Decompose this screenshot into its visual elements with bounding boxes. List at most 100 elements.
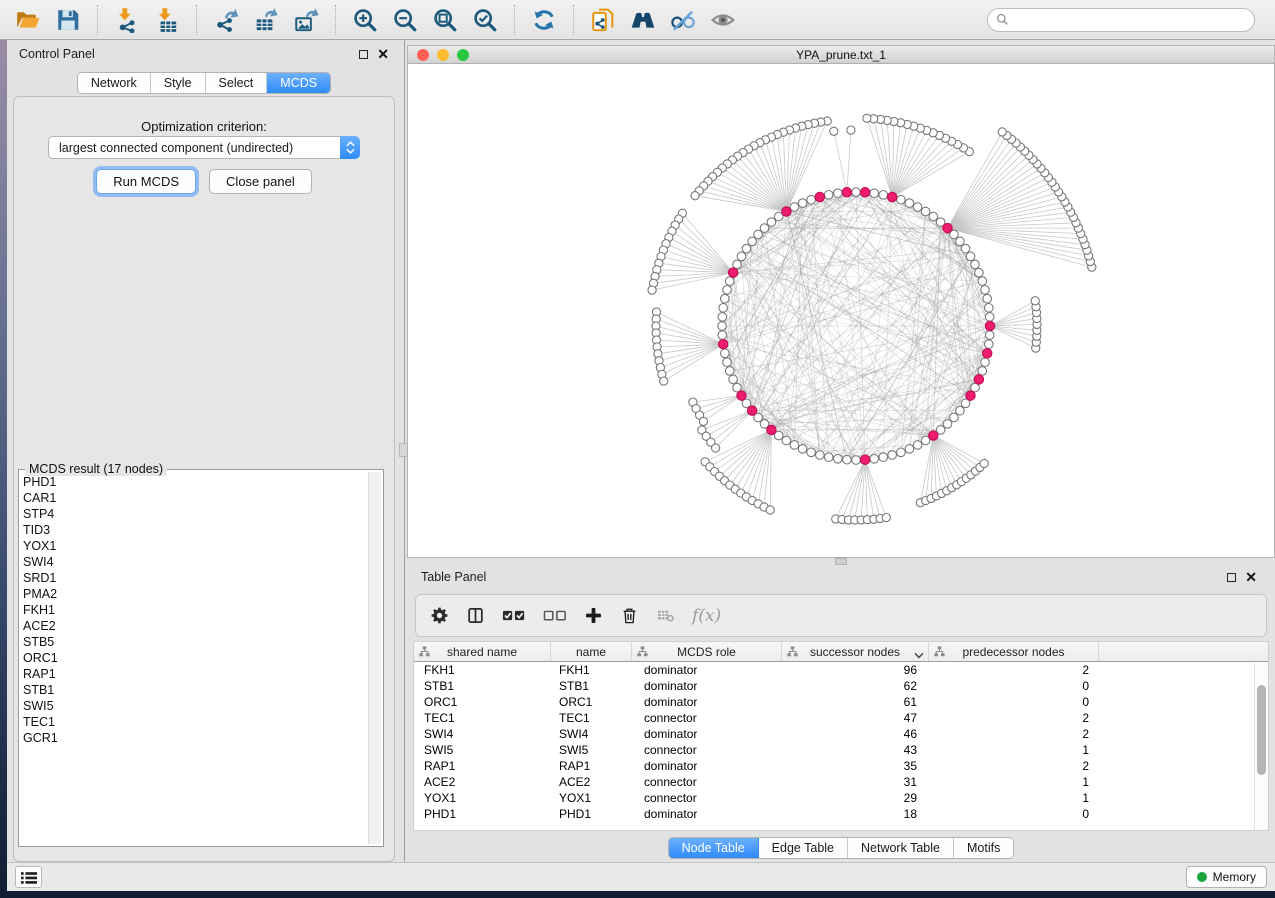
ring-node[interactable] — [888, 451, 897, 460]
mcds-hub-node[interactable] — [747, 406, 756, 415]
column-header-successor-nodes[interactable]: successor nodes — [782, 642, 929, 661]
close-table-panel-icon[interactable]: ✕ — [1245, 572, 1257, 582]
ring-node[interactable] — [981, 358, 990, 367]
ring-node[interactable] — [807, 448, 816, 457]
ring-node[interactable] — [852, 456, 861, 465]
table-row[interactable]: ACE2ACE2connector311 — [414, 774, 1268, 790]
table-settings-icon[interactable] — [430, 606, 449, 625]
table-row[interactable]: YOX1YOX1connector291 — [414, 790, 1268, 806]
table-row[interactable]: PHD1PHD1dominator180 — [414, 806, 1268, 822]
ring-node[interactable] — [981, 286, 990, 295]
ring-node[interactable] — [843, 455, 852, 464]
mcds-result-item[interactable]: SWI5 — [23, 698, 367, 714]
ring-node[interactable] — [718, 331, 727, 340]
toggle-column-view-icon[interactable] — [466, 606, 485, 625]
mcds-hub-node[interactable] — [860, 455, 869, 464]
float-table-panel-icon[interactable] — [1227, 573, 1236, 582]
select-all-columns-icon[interactable] — [502, 606, 526, 625]
ring-node[interactable] — [834, 189, 843, 198]
memory-button[interactable]: Memory — [1186, 866, 1267, 888]
table-row[interactable]: SWI5SWI5connector431 — [414, 742, 1268, 758]
mcds-result-item[interactable]: FKH1 — [23, 602, 367, 618]
run-mcds-button[interactable]: Run MCDS — [96, 169, 196, 194]
mcds-result-item[interactable]: TEC1 — [23, 714, 367, 730]
ring-node[interactable] — [807, 195, 816, 204]
export-image-icon[interactable] — [291, 5, 321, 35]
ring-node[interactable] — [913, 203, 922, 212]
zoom-selected-icon[interactable] — [470, 5, 500, 35]
leaf-node[interactable] — [648, 286, 656, 294]
ring-node[interactable] — [966, 252, 975, 261]
ring-node[interactable] — [929, 212, 938, 221]
tab-edge-table[interactable]: Edge Table — [759, 838, 848, 858]
leaf-node[interactable] — [830, 127, 838, 135]
ring-node[interactable] — [921, 207, 930, 216]
leaf-node[interactable] — [882, 514, 890, 522]
table-row[interactable]: ORC1ORC1dominator610 — [414, 694, 1268, 710]
ring-node[interactable] — [816, 451, 825, 460]
zoom-out-icon[interactable] — [390, 5, 420, 35]
mcds-result-item[interactable]: STB5 — [23, 634, 367, 650]
mcds-result-item[interactable]: RAP1 — [23, 666, 367, 682]
mcds-hub-node[interactable] — [974, 375, 983, 384]
mcds-hub-node[interactable] — [943, 223, 952, 232]
import-table-from-file-icon[interactable] — [152, 5, 182, 35]
new-network-from-selection-icon[interactable] — [588, 5, 618, 35]
tab-motifs[interactable]: Motifs — [954, 838, 1013, 858]
ring-node[interactable] — [983, 294, 992, 303]
mcds-hub-node[interactable] — [842, 188, 851, 197]
mcds-hub-node[interactable] — [860, 188, 869, 197]
table-row[interactable]: RAP1RAP1dominator352 — [414, 758, 1268, 774]
mcds-hub-node[interactable] — [719, 340, 728, 349]
mcds-hub-node[interactable] — [983, 349, 992, 358]
export-table-icon[interactable] — [251, 5, 281, 35]
ring-node[interactable] — [978, 367, 987, 376]
table-row[interactable]: STB1STB1dominator620 — [414, 678, 1268, 694]
ring-node[interactable] — [725, 367, 734, 376]
ring-node[interactable] — [718, 313, 727, 322]
mcds-result-list[interactable]: PHD1CAR1STP4TID3YOX1SWI4SRD1PMA2FKH1ACE2… — [23, 474, 367, 844]
column-header-name[interactable]: name — [551, 642, 632, 661]
criterion-dropdown[interactable]: largest connected component (undirected) — [48, 136, 360, 159]
ring-node[interactable] — [971, 260, 980, 269]
ring-node[interactable] — [723, 286, 732, 295]
leaf-node[interactable] — [847, 126, 855, 134]
ring-node[interactable] — [725, 277, 734, 286]
mcds-result-item[interactable]: PHD1 — [23, 474, 367, 490]
find-network-icon[interactable] — [628, 5, 658, 35]
ring-node[interactable] — [879, 191, 888, 200]
mcds-result-item[interactable]: TID3 — [23, 522, 367, 538]
ring-node[interactable] — [834, 455, 843, 464]
ring-node[interactable] — [905, 445, 914, 454]
leaf-node[interactable] — [691, 192, 699, 200]
ring-node[interactable] — [956, 406, 965, 415]
ring-node[interactable] — [824, 191, 833, 200]
mcds-hub-node[interactable] — [728, 268, 737, 277]
ring-node[interactable] — [723, 358, 732, 367]
mcds-hub-node[interactable] — [966, 391, 975, 400]
ring-node[interactable] — [729, 375, 738, 384]
ring-node[interactable] — [748, 237, 757, 246]
mcds-result-item[interactable]: GCR1 — [23, 730, 367, 746]
ring-node[interactable] — [742, 244, 751, 253]
mcds-result-item[interactable]: STP4 — [23, 506, 367, 522]
ring-node[interactable] — [721, 294, 730, 303]
save-session-icon[interactable] — [53, 5, 83, 35]
tab-style[interactable]: Style — [151, 73, 206, 93]
leaf-node[interactable] — [712, 444, 720, 452]
delete-columns-icon[interactable] — [620, 606, 639, 625]
table-scrollbar-thumb[interactable] — [1257, 685, 1266, 775]
column-header-shared-name[interactable]: shared name — [414, 642, 551, 661]
ring-node[interactable] — [879, 453, 888, 462]
leaf-node[interactable] — [1031, 297, 1039, 305]
ring-node[interactable] — [733, 260, 742, 269]
tab-mcds[interactable]: MCDS — [267, 73, 330, 93]
mcds-hub-node[interactable] — [815, 192, 824, 201]
mcds-result-item[interactable]: ACE2 — [23, 618, 367, 634]
mcds-hub-node[interactable] — [767, 425, 776, 434]
show-hide-details-icon[interactable] — [708, 5, 738, 35]
ring-node[interactable] — [870, 455, 879, 464]
mcds-result-item[interactable]: YOX1 — [23, 538, 367, 554]
table-row[interactable]: SWI4SWI4dominator462 — [414, 726, 1268, 742]
leaf-node[interactable] — [863, 114, 871, 122]
